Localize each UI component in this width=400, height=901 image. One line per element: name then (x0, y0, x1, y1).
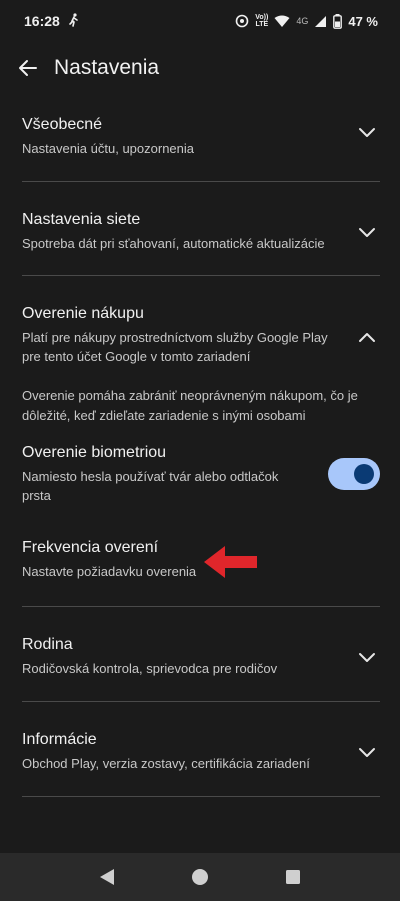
section-about-header[interactable]: Informácie Obchod Play, verzia zostavy, … (22, 702, 380, 773)
section-network[interactable]: Nastavenia siete Spotreba dát pri sťahov… (22, 182, 380, 276)
section-general-title: Všeobecné (22, 116, 103, 133)
section-about-title: Informácie (22, 731, 97, 748)
section-about[interactable]: Informácie Obchod Play, verzia zostavy, … (22, 702, 380, 797)
status-right: Vo)) LTE 4G 47 % (235, 13, 378, 29)
arrow-left-icon (19, 60, 37, 76)
section-family[interactable]: Rodina Rodičovská kontrola, sprievodca p… (22, 607, 380, 702)
battery-icon (333, 13, 343, 29)
auth-frequency-title: Frekvencia overení (22, 539, 159, 556)
section-network-subtitle: Spotreba dát pri sťahovaní, automatické … (22, 236, 325, 251)
volte-indicator: Vo)) LTE (255, 14, 269, 28)
nav-home-button[interactable] (188, 865, 212, 889)
toggle-knob (354, 463, 374, 484)
section-purchase-auth-header[interactable]: Overenie nákupu Platí pre nákupy prostre… (22, 276, 380, 366)
section-general-header[interactable]: Všeobecné Nastavenia účtu, upozornenia (22, 94, 380, 158)
status-left: 16:28 (24, 12, 80, 30)
red-arrow-annotation (203, 544, 259, 585)
section-purchase-auth-title: Overenie nákupu (22, 305, 144, 322)
signal-icon (314, 15, 327, 28)
purchase-auth-description: Overenie pomáha zabrániť neoprávneným ná… (22, 388, 358, 423)
network-type: 4G (296, 16, 309, 26)
auth-frequency-subtitle: Nastavte požiadavku overenia (22, 564, 197, 579)
auth-frequency-row[interactable]: Frekvencia overení Nastavte požiadavku o… (22, 537, 380, 581)
system-nav-bar (0, 853, 400, 901)
biometric-auth-subtitle: Namiesto hesla používať tvár alebo odtla… (22, 469, 279, 503)
section-family-subtitle: Rodičovská kontrola, sprievodca pre rodi… (22, 661, 278, 676)
chevron-down-icon[interactable] (358, 649, 376, 665)
section-family-header[interactable]: Rodina Rodičovská kontrola, sprievodca p… (22, 607, 380, 678)
chevron-down-icon[interactable] (358, 224, 376, 240)
triangle-back-icon (99, 869, 114, 885)
nav-back-button[interactable] (95, 865, 119, 889)
chevron-up-icon[interactable] (358, 330, 376, 346)
settings-list: Všeobecné Nastavenia účtu, upozornenia N… (0, 94, 400, 797)
page-title: Nastavenia (54, 56, 160, 79)
square-recents-icon (286, 870, 301, 884)
wifi-icon (274, 15, 290, 28)
section-general[interactable]: Všeobecné Nastavenia účtu, upozornenia (22, 94, 380, 182)
section-purchase-auth-subtitle: Platí pre nákupy prostredníctvom služby … (22, 330, 328, 364)
target-icon (235, 14, 249, 28)
biometric-auth-title: Overenie biometriou (22, 444, 167, 461)
section-network-title: Nastavenia siete (22, 211, 141, 228)
biometric-auth-row[interactable]: Overenie biometriou Namiesto hesla použí… (22, 442, 380, 505)
status-bar: 16:28 Vo)) LTE 4G 47 % (0, 0, 400, 42)
biometric-auth-toggle[interactable] (328, 457, 380, 490)
app-bar: Nastavenia (0, 42, 400, 94)
section-family-title: Rodina (22, 636, 73, 653)
chevron-down-icon[interactable] (358, 124, 376, 140)
status-time: 16:28 (24, 13, 60, 29)
nav-recents-button[interactable] (281, 865, 305, 889)
section-purchase-auth: Overenie nákupu Platí pre nákupy prostre… (22, 276, 380, 607)
section-network-header[interactable]: Nastavenia siete Spotreba dát pri sťahov… (22, 182, 380, 253)
section-general-subtitle: Nastavenia účtu, upozornenia (22, 141, 195, 156)
chevron-down-icon[interactable] (358, 744, 376, 760)
walking-person-icon (68, 12, 80, 30)
back-button[interactable] (10, 50, 46, 86)
section-about-subtitle: Obchod Play, verzia zostavy, certifikáci… (22, 756, 310, 771)
circle-home-icon (191, 869, 208, 885)
battery-percent: 47 % (348, 13, 378, 29)
